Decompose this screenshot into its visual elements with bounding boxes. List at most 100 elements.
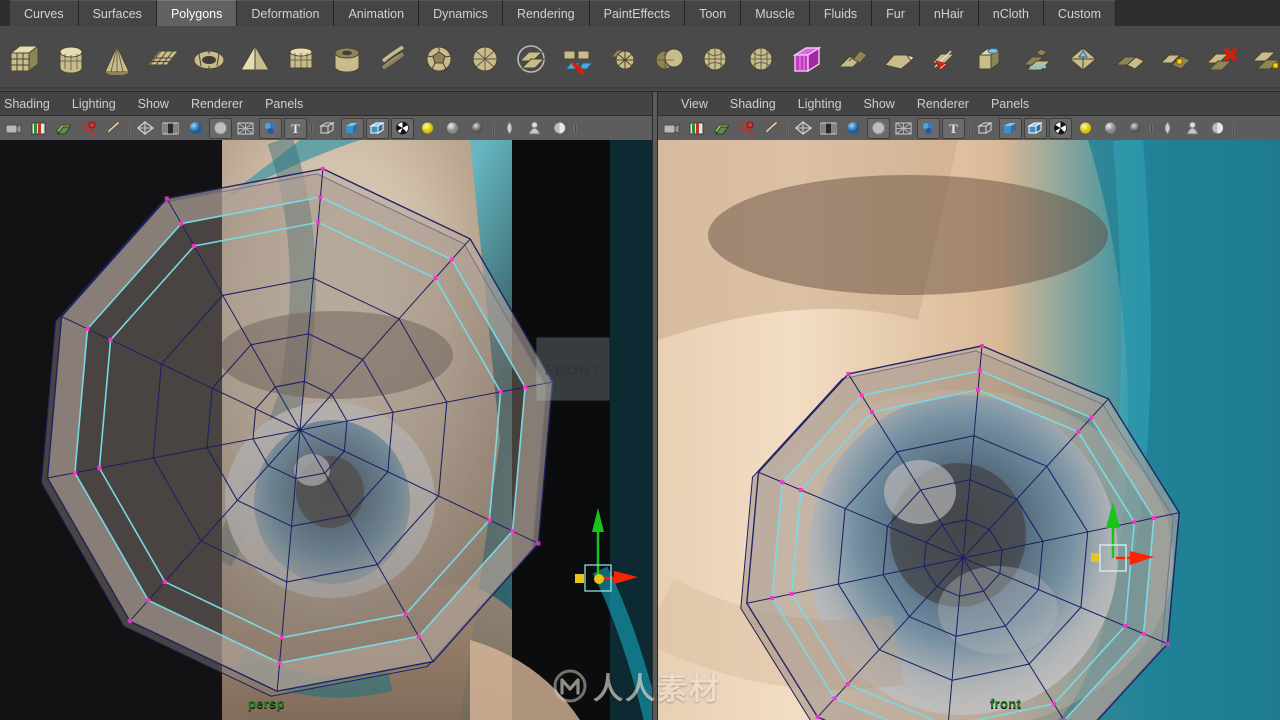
persp-wireframe-icon[interactable] [316, 118, 339, 139]
persp-menu-renderer[interactable]: Renderer [180, 97, 254, 111]
polygon-torus-icon[interactable] [187, 37, 231, 81]
polygon-prism-icon[interactable] [279, 37, 323, 81]
persp-safe-action-icon[interactable] [259, 117, 282, 139]
polygon-pyramid-icon[interactable] [233, 37, 277, 81]
front-image-plane-icon[interactable] [710, 118, 733, 139]
persp-smooth-shade-all-icon[interactable] [341, 117, 364, 139]
shelf-tab-polygons[interactable]: Polygons [156, 0, 238, 26]
front-smooth-shade-wireframe-icon[interactable] [1024, 117, 1047, 139]
front-grease-pencil-icon[interactable] [760, 118, 783, 139]
polygon-cone-icon[interactable] [95, 37, 139, 81]
polygon-helix-icon[interactable] [371, 37, 415, 81]
persp-gate-mask-icon[interactable] [209, 117, 232, 139]
front-canvas[interactable] [658, 140, 1280, 720]
append-polygon-icon[interactable] [1245, 37, 1280, 81]
front-film-gate-icon[interactable] [817, 118, 840, 139]
front-menu-lighting[interactable]: Lighting [787, 97, 853, 111]
front-menu-view[interactable]: View [670, 97, 719, 111]
front-xray-icon[interactable] [1156, 118, 1179, 139]
front-xray-joints-icon[interactable] [1181, 118, 1204, 139]
subdiv-proxy-icon[interactable] [785, 37, 829, 81]
persp-menu-shading[interactable]: Shading [0, 97, 61, 111]
persp-grid-icon[interactable] [134, 118, 157, 139]
shelf-tab-custom[interactable]: Custom [1043, 0, 1116, 26]
split-polygon-icon[interactable] [923, 37, 967, 81]
polygon-soccer-ball-icon[interactable] [417, 37, 461, 81]
front-bookmarks-icon[interactable] [685, 118, 708, 139]
persp-bookmarks-icon[interactable] [27, 118, 50, 139]
bevel-icon[interactable] [877, 37, 921, 81]
persp-select-camera-icon[interactable] [2, 118, 25, 139]
persp-use-all-lights-icon[interactable] [416, 118, 439, 139]
polygon-plane-icon[interactable] [141, 37, 185, 81]
persp-shadows-icon[interactable] [441, 118, 464, 139]
persp-xray-icon[interactable] [498, 118, 521, 139]
persp-xray-joints-icon[interactable] [523, 118, 546, 139]
persp-occlusion-icon[interactable] [466, 118, 489, 139]
persp-menu-panels[interactable]: Panels [254, 97, 314, 111]
insert-edge-loop-icon[interactable] [1015, 37, 1059, 81]
polygon-cylinder-icon[interactable] [49, 37, 93, 81]
persp-menu-lighting[interactable]: Lighting [61, 97, 127, 111]
front-menu-renderer[interactable]: Renderer [906, 97, 980, 111]
shelf-tab-painteffects[interactable]: PaintEffects [589, 0, 686, 26]
front-occlusion-icon[interactable] [1124, 118, 1147, 139]
shelf-tab-toon[interactable]: Toon [685, 0, 742, 26]
front-grid-icon[interactable] [792, 118, 815, 139]
front-shadows-icon[interactable] [1099, 118, 1122, 139]
front-smooth-shade-all-icon[interactable] [999, 117, 1022, 139]
shelf-tab-surfaces[interactable]: Surfaces [78, 0, 157, 26]
front-menu-panels[interactable]: Panels [980, 97, 1040, 111]
wedge-face-icon[interactable] [1107, 37, 1151, 81]
persp-xray-active-icon[interactable] [548, 118, 571, 139]
shelf-tab-dynamics[interactable]: Dynamics [419, 0, 503, 26]
shelf-tab-fur[interactable]: Fur [872, 0, 920, 26]
front-safe-action-icon[interactable] [917, 117, 940, 139]
polygon-platonic-icon[interactable] [463, 37, 507, 81]
front-textured-icon[interactable] [1049, 117, 1072, 139]
shelf-tab-deformation[interactable]: Deformation [237, 0, 335, 26]
front-use-all-lights-icon[interactable] [1074, 118, 1097, 139]
persp-textured-icon[interactable] [391, 117, 414, 139]
cut-faces-icon[interactable] [969, 37, 1013, 81]
delete-edge-icon[interactable] [1199, 37, 1243, 81]
front-field-chart-icon[interactable] [892, 118, 915, 139]
front-safe-title-icon[interactable]: T [942, 117, 965, 139]
persp-two-d-pan-zoom-icon[interactable] [77, 118, 100, 139]
front-menu-show[interactable]: Show [853, 97, 906, 111]
poke-face-icon[interactable] [1061, 37, 1105, 81]
persp-smooth-shade-wireframe-icon[interactable] [366, 117, 389, 139]
booleans-icon[interactable] [647, 37, 691, 81]
front-select-camera-icon[interactable] [660, 118, 683, 139]
interactive-creation-icon[interactable] [509, 37, 553, 81]
shelf-tab-fluids[interactable]: Fluids [809, 0, 873, 26]
separate-icon[interactable] [601, 37, 645, 81]
front-menu-shading[interactable]: Shading [719, 97, 787, 111]
persp-safe-title-icon[interactable]: T [284, 117, 307, 139]
persp-grease-pencil-icon[interactable] [102, 118, 125, 139]
persp-image-plane-icon[interactable] [52, 118, 75, 139]
front-resolution-gate-icon[interactable] [842, 118, 865, 139]
shelf-tab-nhair[interactable]: nHair [919, 0, 979, 26]
persp-menu-show[interactable]: Show [127, 97, 180, 111]
smooth-icon[interactable] [693, 37, 737, 81]
front-gate-mask-icon[interactable] [867, 117, 890, 139]
merge-vertex-icon[interactable] [1153, 37, 1197, 81]
shelf-tab-animation[interactable]: Animation [334, 0, 420, 26]
front-wireframe-icon[interactable] [974, 118, 997, 139]
combine-icon[interactable] [555, 37, 599, 81]
front-two-d-pan-zoom-icon[interactable] [735, 118, 758, 139]
polygon-pipe-icon[interactable] [325, 37, 369, 81]
persp-canvas[interactable]: FRONT [0, 140, 652, 720]
shelf-tab-ncloth[interactable]: nCloth [978, 0, 1044, 26]
smooth-proxy-icon[interactable] [739, 37, 783, 81]
persp-film-gate-icon[interactable] [159, 118, 182, 139]
shelf-tab-curves[interactable]: Curves [10, 0, 79, 26]
extrude-icon[interactable] [831, 37, 875, 81]
shelf-tab-muscle[interactable]: Muscle [741, 0, 810, 26]
persp-field-chart-icon[interactable] [234, 118, 257, 139]
polygon-cube-icon[interactable] [3, 37, 47, 81]
front-xray-active-icon[interactable] [1206, 118, 1229, 139]
shelf-tab-rendering[interactable]: Rendering [502, 0, 590, 26]
persp-resolution-gate-icon[interactable] [184, 118, 207, 139]
